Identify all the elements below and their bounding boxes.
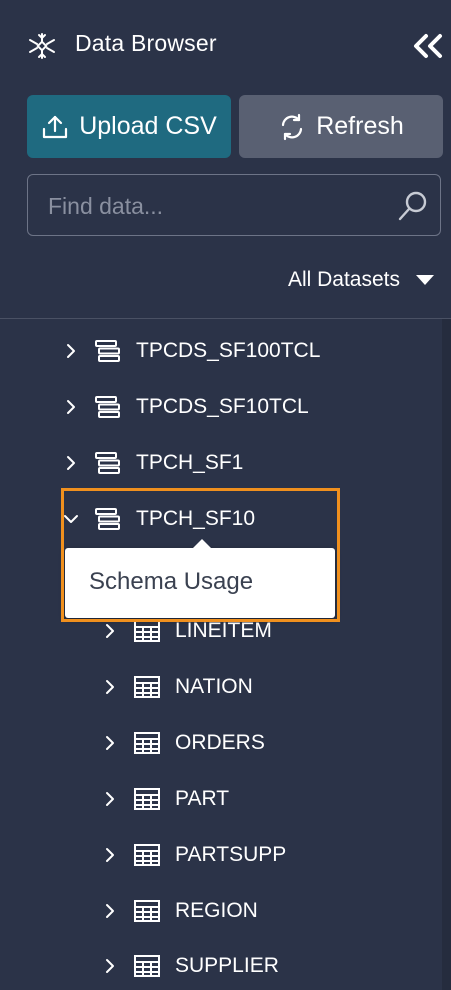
double-chevron-left-icon[interactable]	[412, 33, 444, 59]
tree-item-label: PARTSUPP	[175, 843, 287, 866]
database-icon	[95, 396, 120, 418]
context-menu: Schema Usage	[65, 539, 335, 618]
refresh-button[interactable]: Refresh	[239, 95, 443, 158]
tree-item-label: SUPPLIER	[175, 954, 279, 977]
refresh-icon	[282, 113, 303, 140]
tree-item-database[interactable]: TPCDS_SF100TCL	[62, 331, 320, 371]
snowflake-icon	[29, 33, 55, 59]
panel-header: Data Browser	[0, 0, 451, 92]
chevron-right-icon[interactable]	[101, 678, 119, 696]
search-icon[interactable]	[396, 189, 430, 223]
database-icon	[95, 452, 120, 474]
tree-item-label: NATION	[175, 675, 253, 698]
search-box	[27, 174, 441, 237]
chevron-down-icon[interactable]	[62, 510, 80, 528]
table-icon	[134, 788, 160, 810]
scrollbar[interactable]	[442, 319, 451, 990]
table-icon	[134, 900, 160, 922]
chevron-right-icon[interactable]	[101, 957, 119, 975]
caret-down-icon	[416, 275, 434, 285]
chevron-right-icon[interactable]	[101, 734, 119, 752]
tree-item-label: LINEITEM	[175, 619, 272, 642]
tree-item-table[interactable]: PART	[101, 779, 229, 819]
tree-item-label: TPCDS_SF100TCL	[136, 339, 321, 362]
tree-item-table[interactable]: SUPPLIER	[101, 946, 279, 986]
table-icon	[134, 844, 160, 866]
database-icon	[95, 508, 120, 530]
tree-item-database[interactable]: TPCH_SF1	[62, 443, 243, 483]
upload-icon	[43, 115, 68, 138]
chevron-right-icon[interactable]	[62, 398, 80, 416]
menu-item-schema-usage[interactable]: Schema Usage	[89, 568, 253, 596]
tree-item-table[interactable]: REGION	[101, 891, 258, 931]
table-icon	[134, 955, 160, 977]
table-icon	[134, 732, 160, 754]
dataset-filter-dropdown[interactable]: All Datasets	[288, 268, 434, 292]
chevron-right-icon[interactable]	[62, 342, 80, 360]
divider	[0, 318, 451, 319]
upload-csv-button[interactable]: Upload CSV	[27, 95, 231, 158]
chevron-right-icon[interactable]	[101, 902, 119, 920]
refresh-label: Refresh	[316, 112, 404, 140]
table-icon	[134, 620, 160, 642]
dataset-filter-value: All Datasets	[287, 268, 400, 291]
upload-csv-label: Upload CSV	[79, 112, 217, 140]
search-input[interactable]	[46, 175, 390, 237]
tree-item-label: TPCDS_SF10TCL	[136, 395, 309, 418]
tree-item-label: REGION	[175, 899, 258, 922]
chevron-right-icon[interactable]	[101, 790, 119, 808]
database-icon	[95, 340, 120, 362]
panel-title: Data Browser	[75, 30, 217, 56]
table-icon	[134, 676, 160, 698]
tree-item-label: TPCH_SF1	[136, 451, 244, 474]
popup-arrow	[192, 539, 212, 549]
tree-item-label: TPCH_SF10	[136, 507, 256, 530]
tree-item-table[interactable]: NATION	[101, 667, 253, 707]
chevron-right-icon[interactable]	[101, 622, 119, 640]
chevron-right-icon[interactable]	[62, 454, 80, 472]
tree-item-label: ORDERS	[175, 731, 265, 754]
tree-item-database[interactable]: TPCDS_SF10TCL	[62, 387, 309, 427]
tree-item-table[interactable]: ORDERS	[101, 723, 265, 763]
chevron-right-icon[interactable]	[101, 846, 119, 864]
tree-item-label: PART	[175, 787, 230, 810]
tree-item-database-expanded[interactable]: TPCH_SF10	[62, 499, 255, 539]
tree-item-table[interactable]: PARTSUPP	[101, 835, 286, 875]
